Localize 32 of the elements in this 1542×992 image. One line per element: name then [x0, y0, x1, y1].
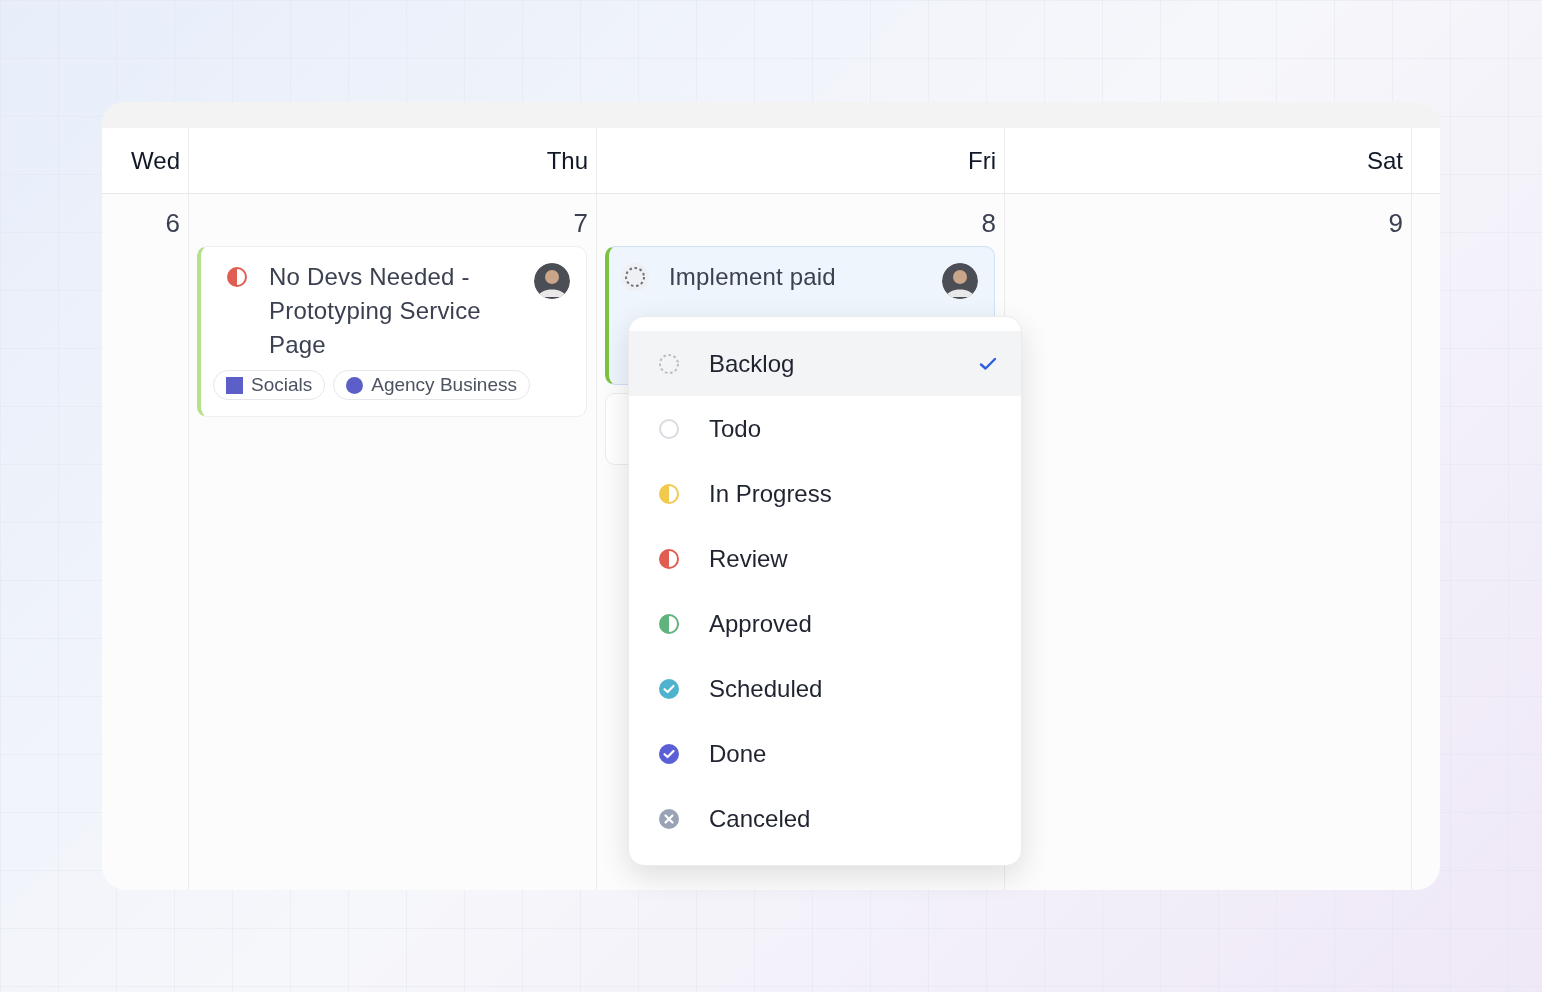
day-number: 9: [1388, 207, 1403, 236]
weekday-label: Sat: [1366, 145, 1403, 176]
status-option[interactable]: In Progress: [629, 461, 1021, 526]
status-option[interactable]: Canceled: [629, 786, 1021, 851]
status-option[interactable]: Scheduled: [629, 656, 1021, 721]
avatar: [534, 263, 570, 299]
status-option[interactable]: Review: [629, 526, 1021, 591]
status-label: Canceled: [709, 803, 812, 834]
status-label: Done: [709, 738, 768, 769]
weekday-label: Wed: [131, 145, 180, 176]
event-title: No Devs Needed - Prototyping Service Page: [269, 262, 482, 360]
status-label: Approved: [709, 608, 813, 639]
status-label: Review: [709, 543, 789, 574]
weekday-label: Thu: [546, 145, 588, 176]
day-number: 7: [573, 207, 588, 236]
event-card[interactable]: No Devs Needed - Prototyping Service Page Socials Agency Business: [197, 246, 587, 417]
check-icon: [979, 356, 997, 371]
status-label: In Progress: [709, 478, 833, 509]
status-label: Todo: [709, 413, 763, 444]
status-label: Scheduled: [709, 673, 824, 704]
status-option[interactable]: Backlog: [629, 331, 1021, 396]
tag: Socials: [213, 370, 326, 400]
status-label: Backlog: [709, 348, 796, 379]
weekday-label: Fri: [968, 145, 996, 176]
status-option[interactable]: Todo: [629, 396, 1021, 461]
status-option[interactable]: Approved: [629, 591, 1021, 656]
tag: Agency Business: [333, 370, 530, 400]
event-title: Implement paid: [669, 262, 837, 292]
day-number: 6: [165, 207, 180, 236]
avatar: [942, 263, 978, 299]
day-number: 8: [981, 207, 996, 236]
status-option[interactable]: Done: [629, 721, 1021, 786]
